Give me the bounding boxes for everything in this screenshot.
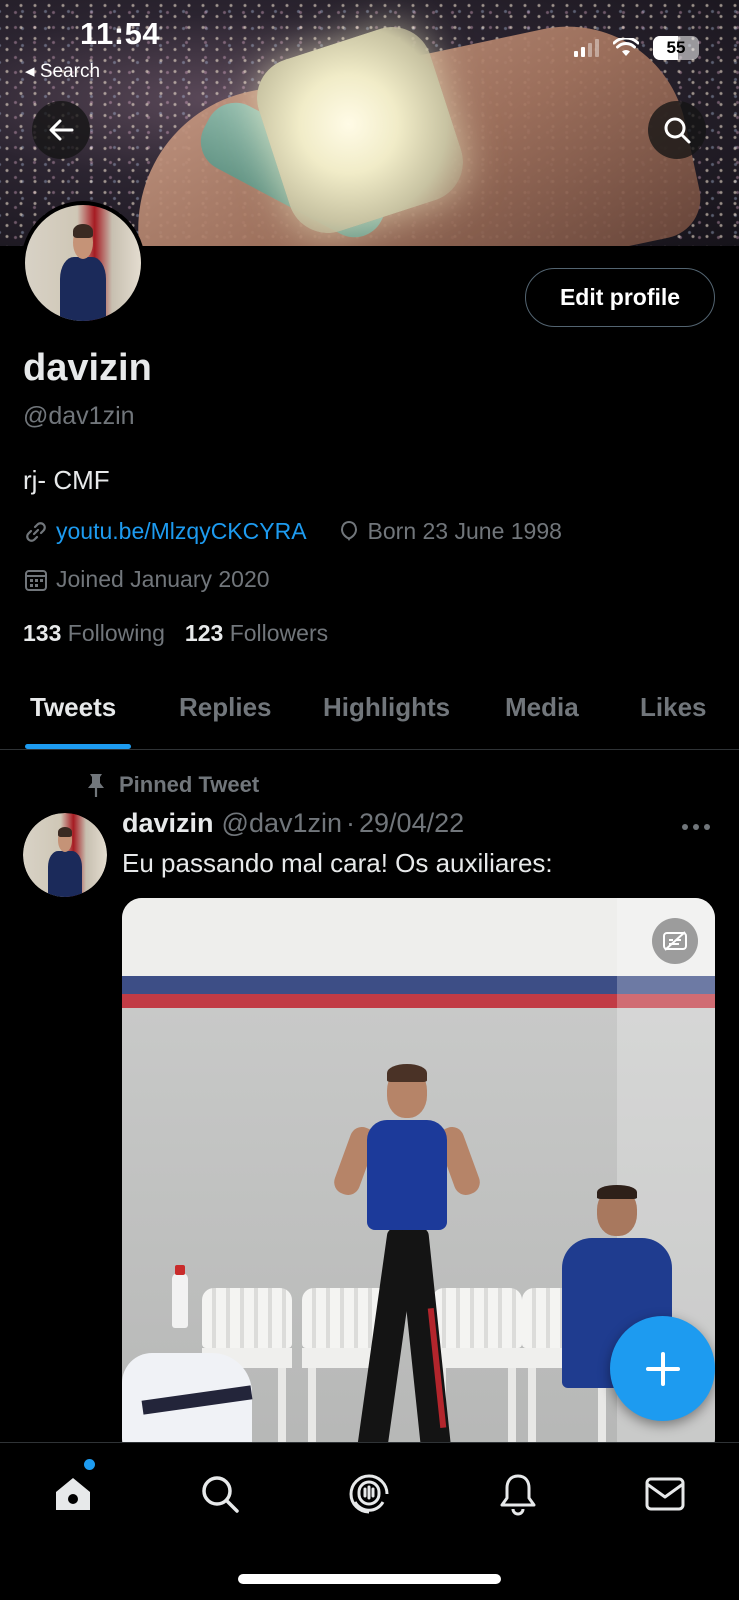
following-count: 133	[23, 620, 62, 646]
search-icon	[664, 117, 691, 144]
back-button[interactable]	[32, 101, 90, 159]
profile-meta-row-1: youtu.be/MlzqyCKCYRA Born 23 June 1998	[23, 518, 562, 545]
home-notification-dot	[84, 1459, 95, 1470]
home-icon	[56, 1478, 90, 1510]
tweet-date[interactable]: 29/04/22	[359, 808, 464, 839]
link-icon	[26, 521, 46, 542]
pinned-tweet-text: Pinned Tweet	[119, 772, 260, 797]
following-link[interactable]: 133 Following	[23, 620, 165, 647]
tweet-author-handle: @dav1zin	[221, 808, 343, 838]
more-options-icon[interactable]	[682, 824, 710, 830]
nav-home[interactable]	[48, 1469, 98, 1519]
profile-joined-text: Joined January 2020	[56, 566, 270, 592]
notifications-icon	[500, 1474, 536, 1516]
tab-replies[interactable]: Replies	[179, 692, 272, 723]
status-time: 11:54	[80, 16, 161, 51]
nav-notifications[interactable]	[493, 1469, 543, 1519]
profile-search-button[interactable]	[648, 101, 706, 159]
pin-icon	[88, 774, 104, 797]
compose-tweet-button[interactable]	[610, 1316, 715, 1421]
profile-website[interactable]: youtu.be/MlzqyCKCYRA	[23, 518, 307, 545]
profile-counts: 133 Following 123 Followers	[23, 620, 328, 647]
followers-count: 123	[184, 620, 224, 646]
profile-website-link[interactable]: youtu.be/MlzqyCKCYRA	[56, 518, 307, 545]
tweet-avatar-photo	[23, 813, 107, 897]
status-icons: 55	[574, 36, 699, 60]
profile-avatar[interactable]	[21, 201, 145, 325]
plus-icon	[645, 1351, 680, 1386]
home-indicator	[238, 1574, 501, 1584]
calendar-icon	[25, 569, 47, 591]
arrow-left-icon	[49, 119, 74, 141]
followers-link[interactable]: 123 Followers	[185, 620, 328, 647]
profile-birthday-text: Born 23 June 1998	[367, 518, 562, 544]
profile-meta-row-2: Joined January 2020	[23, 566, 270, 593]
captions-off-icon[interactable]	[652, 918, 698, 964]
tab-tweets[interactable]: Tweets	[30, 692, 116, 723]
tab-highlights[interactable]: Highlights	[323, 692, 450, 723]
messages-icon	[645, 1477, 685, 1511]
following-label: Following	[67, 620, 165, 646]
profile-handle: @dav1zin	[23, 402, 135, 430]
nav-messages[interactable]	[640, 1469, 690, 1519]
profile-bio: rj- CMF	[23, 465, 110, 495]
profile-name: davizin	[23, 347, 152, 389]
profile-tabs: Tweets Replies Highlights Media Likes	[0, 672, 739, 750]
tab-media[interactable]: Media	[505, 692, 579, 723]
battery-percent: 55	[666, 38, 686, 57]
profile-joined: Joined January 2020	[23, 566, 270, 593]
cellular-signal-icon	[574, 39, 599, 57]
search-icon	[202, 1476, 239, 1513]
followers-label: Followers	[229, 620, 329, 646]
media-dancer	[330, 1064, 484, 1458]
nav-spaces[interactable]	[344, 1469, 394, 1519]
battery-icon: 55	[653, 36, 699, 60]
active-tab-indicator	[25, 744, 131, 749]
status-back-to-search[interactable]: ◂ Search	[25, 60, 100, 83]
profile-birthday: Born 23 June 1998	[337, 518, 562, 545]
tweet-separator: ·	[346, 808, 356, 838]
avatar-photo	[25, 205, 141, 321]
spaces-icon	[349, 1474, 389, 1514]
pinned-tweet-label: Pinned Tweet	[85, 772, 259, 798]
tweet-author-avatar[interactable]	[23, 813, 107, 897]
edit-profile-button[interactable]: Edit profile	[525, 268, 715, 327]
balloon-icon	[340, 520, 357, 541]
wifi-icon	[613, 38, 639, 56]
tab-likes[interactable]: Likes	[640, 692, 707, 723]
nav-search[interactable]	[195, 1469, 245, 1519]
tweet-header: davizin @dav1zin · 29/04/22	[122, 808, 464, 839]
tweet-author-name[interactable]: davizin	[122, 808, 214, 839]
tweet-text: Eu passando mal cara! Os auxiliares:	[122, 848, 553, 878]
